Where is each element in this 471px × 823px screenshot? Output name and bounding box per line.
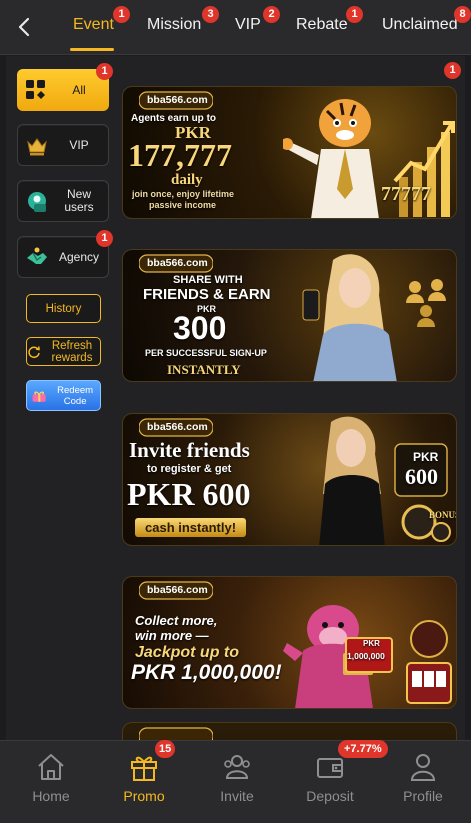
handshake-icon	[27, 247, 47, 264]
category-vip-label: VIP	[69, 137, 89, 152]
b2-line1: SHARE WITH	[173, 274, 243, 286]
b4-sign-label: PKR	[363, 639, 380, 648]
b4-line2: win more —	[135, 628, 209, 643]
b3-ribbon: cash instantly!	[135, 518, 247, 537]
nav-profile-label: Profile	[403, 788, 443, 804]
refresh-rewards-button[interactable]: Refresh rewards	[26, 337, 101, 366]
tab-mission-badge: 3	[202, 6, 219, 23]
b3-chip-label: PKR	[413, 450, 439, 464]
brand-name: bba566.com	[147, 421, 208, 433]
category-agency[interactable]: Agency	[17, 236, 109, 278]
promo-banner-share-earn[interactable]: bba566.com SHARE WITH FRIENDS & EARN PKR…	[122, 249, 457, 382]
category-vip[interactable]: VIP	[17, 124, 109, 166]
gift-icon	[131, 756, 157, 781]
promo-banner-agent-earn[interactable]: bba566.com Agents earn up to PKR 177,777…	[122, 86, 457, 219]
gift-card-icon	[32, 391, 46, 402]
nav-home[interactable]: Home	[4, 741, 98, 823]
b1-line4: join once, enjoy lifetime	[132, 189, 235, 199]
b2-line5: INSTANTLY	[167, 362, 241, 377]
category-new-users-label: New users	[64, 187, 94, 214]
b1-line3: daily	[171, 172, 203, 188]
nav-invite[interactable]: Invite	[190, 741, 284, 823]
b4-line1: Collect more,	[135, 613, 218, 628]
tab-event-badge: 1	[113, 6, 130, 23]
nav-promo-label: Promo	[123, 788, 165, 804]
b1-amount: 177,777	[128, 137, 232, 173]
crown-icon	[27, 138, 47, 156]
promo-banner-jackpot[interactable]: bba566.com Collect more, win more — Jack…	[122, 576, 457, 709]
woman-in-black-dress-image	[319, 416, 385, 545]
promo-banner-partial[interactable]	[122, 722, 457, 740]
category-new-users[interactable]: New users	[17, 180, 109, 222]
b3-amount: PKR 600	[127, 476, 251, 512]
brand-name: bba566.com	[147, 584, 208, 596]
history-label: History	[45, 302, 82, 315]
new-user-icon	[28, 192, 46, 212]
tab-vip[interactable]: VIP	[235, 16, 261, 34]
b2-line4: PER SUCCESSFUL SIGN-UP	[145, 348, 267, 358]
top-tab-bar: Event 1 Mission 3 VIP 2 Rebate 1 Unclaim…	[0, 0, 471, 55]
bottom-navigation: Home Promo 15 Invite Deposit +7.77% Prof…	[0, 740, 471, 823]
b2-amount: 300	[173, 310, 227, 346]
nav-invite-label: Invite	[220, 788, 254, 804]
brand-name: bba566.com	[147, 257, 208, 269]
redeem-code-button[interactable]: Redeem Code	[26, 380, 101, 411]
slot-machine-image	[406, 620, 452, 704]
invite-icon	[224, 755, 250, 779]
category-all-badge: 1	[96, 63, 113, 80]
woman-with-phone-image	[302, 254, 397, 381]
b3-chip-amount: 600	[405, 464, 438, 489]
b3-line2: to register & get	[147, 463, 232, 475]
tab-unclaimed-badge: 8	[454, 6, 471, 23]
b3-line1: Invite friends	[129, 438, 250, 462]
b2-line2: FRIENDS & EARN	[143, 286, 271, 303]
tab-rebate[interactable]: Rebate	[296, 16, 348, 34]
tab-vip-badge: 2	[263, 6, 280, 23]
nav-promo[interactable]: Promo	[97, 741, 191, 823]
tab-event[interactable]: Event	[73, 16, 114, 34]
nav-promo-badge: 15	[155, 740, 176, 758]
tab-rebate-badge: 1	[346, 6, 363, 23]
grid-icon	[26, 80, 45, 99]
refresh-rewards-label: Refresh rewards	[51, 339, 93, 364]
back-arrow-icon[interactable]	[10, 12, 40, 42]
brand-logo	[139, 727, 213, 740]
active-tab-indicator	[70, 48, 114, 51]
tab-unclaimed[interactable]: Unclaimed	[382, 16, 458, 34]
b1-line5: passive income	[149, 200, 217, 210]
tab-mission[interactable]: Mission	[147, 16, 201, 34]
refresh-icon	[28, 345, 40, 358]
nav-deposit-label: Deposit	[306, 788, 354, 804]
b4-sign-amount: 1,000,000	[347, 651, 385, 661]
b4-amount: PKR 1,000,000!	[131, 661, 282, 684]
b4-line3: Jackpot up to	[135, 644, 240, 661]
nav-home-label: Home	[32, 788, 70, 804]
b1-deco-number: 77777	[381, 183, 431, 205]
promo-list-badge: 1	[444, 62, 461, 79]
brand-name: bba566.com	[147, 94, 208, 106]
home-icon	[38, 754, 64, 780]
category-all[interactable]: All	[17, 69, 109, 111]
redeem-code-label: Redeem Code	[57, 384, 94, 407]
promo-banner-invite-friends[interactable]: bba566.com Invite friends to register & …	[122, 413, 457, 546]
promo-content: All 1 VIP New users Agency 1 History Ref…	[6, 56, 465, 740]
history-button[interactable]: History	[26, 294, 101, 323]
category-agency-badge: 1	[96, 230, 113, 247]
b3-bonus-label: BONUS	[429, 510, 457, 520]
user-icons-image	[406, 279, 446, 327]
profile-icon	[410, 754, 436, 781]
nav-profile[interactable]: Profile	[376, 741, 470, 823]
